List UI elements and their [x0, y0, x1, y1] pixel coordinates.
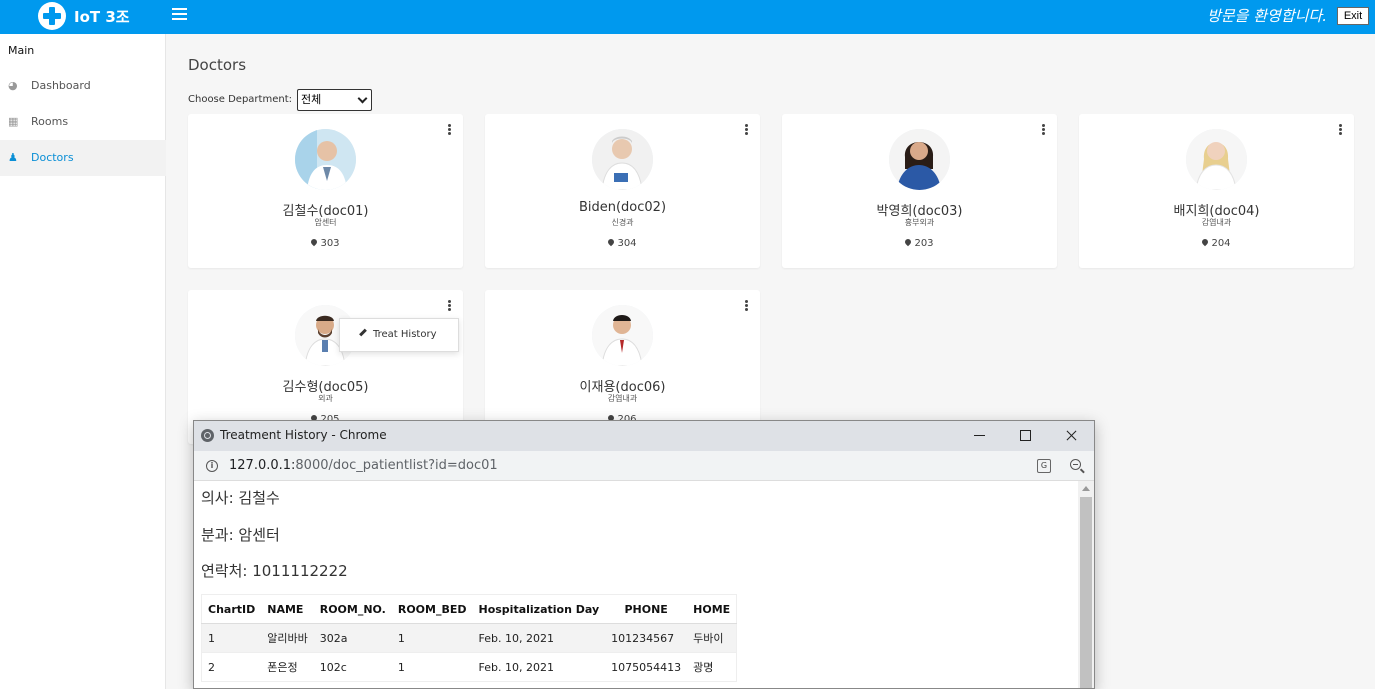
vertical-scrollbar[interactable] — [1078, 481, 1094, 688]
column-header: PHONE — [605, 594, 688, 624]
doctor-department: 외과 — [318, 394, 333, 403]
map-marker-icon — [1201, 237, 1210, 247]
more-options-icon[interactable] — [448, 124, 452, 136]
contact-info-line: 연락처: 1011112222 — [201, 562, 348, 580]
doctor-info-line: 의사: 김철수 — [201, 489, 280, 507]
department-label: Choose Department: — [188, 94, 292, 105]
window-content: 의사: 김철수 분과: 암센터 연락처: 1011112222 ChartID … — [194, 481, 1078, 688]
menu-toggle-icon[interactable] — [172, 8, 187, 20]
sidebar-item-label: Dashboard — [31, 79, 91, 92]
department-selected-value: 전체 — [301, 93, 322, 106]
table-cell: 1 — [201, 623, 262, 653]
close-button[interactable] — [1048, 421, 1094, 451]
scroll-up-arrow-icon[interactable] — [1082, 486, 1090, 491]
pencil-icon — [359, 328, 367, 337]
info-icon[interactable]: i — [206, 460, 218, 472]
more-options-icon[interactable] — [745, 124, 749, 136]
map-marker-icon — [607, 237, 616, 247]
translate-icon[interactable]: G — [1037, 459, 1051, 473]
department-info-line: 분과: 암센터 — [201, 526, 280, 544]
exit-button[interactable]: Exit — [1337, 7, 1369, 25]
sidebar-heading: Main — [8, 44, 35, 57]
department-select[interactable]: 전체 — [297, 89, 372, 111]
scrollbar-thumb[interactable] — [1080, 497, 1092, 688]
doctor-card: 김철수(doc01) 암센터 303 — [188, 114, 463, 268]
table-row: 1 알리바바 302a 1 Feb. 10, 2021 101234567 두바… — [201, 623, 737, 653]
doctor-department: 감염내과 — [1201, 218, 1232, 227]
doctor-department: 흉부외과 — [904, 218, 935, 227]
minimize-button[interactable] — [956, 421, 1002, 451]
table-row: 2 폰은정 102c 1 Feb. 10, 2021 1075054413 광명 — [201, 652, 737, 682]
globe-icon — [201, 429, 214, 442]
zoom-out-icon[interactable] — [1070, 459, 1081, 470]
treat-history-menu-item[interactable]: Treat History — [339, 318, 459, 352]
doctor-avatar — [592, 129, 653, 190]
window-titlebar[interactable]: Treatment History - Chrome — [194, 421, 1094, 451]
column-header: ROOM_NO. — [313, 594, 392, 624]
table-cell: 101234567 — [605, 623, 688, 653]
doctor-room: 204 — [1079, 237, 1354, 249]
top-navbar: IoT 3조 방문을 환영합니다. Exit — [0, 0, 1375, 34]
sidebar-item-rooms[interactable]: ▦ Rooms — [0, 104, 166, 140]
table-cell: 광명 — [687, 652, 737, 682]
doctor-department: 감염내과 — [607, 394, 638, 403]
map-marker-icon — [904, 237, 913, 247]
building-icon: ▦ — [8, 115, 19, 128]
table-cell: 102c — [313, 652, 392, 682]
sidebar-item-doctors[interactable]: ♟ Doctors — [0, 140, 166, 176]
more-options-icon[interactable] — [1042, 124, 1046, 136]
window-title: Treatment History - Chrome — [220, 428, 387, 442]
column-header: ChartID — [201, 594, 262, 624]
table-cell: 두바이 — [687, 623, 737, 653]
doctor-avatar — [1186, 129, 1247, 190]
sidebar-item-label: Doctors — [31, 151, 74, 164]
map-marker-icon — [310, 237, 319, 247]
doctor-card: 박영희(doc03) 흉부외과 203 — [782, 114, 1057, 268]
column-header: NAME — [261, 594, 314, 624]
table-cell: 1 — [391, 623, 473, 653]
sidebar: Main ◕ Dashboard ▦ Rooms ♟ Doctors — [0, 34, 166, 689]
doctor-department: 암센터 — [314, 218, 337, 227]
table-cell: 1075054413 — [605, 652, 688, 682]
column-header: HOME — [687, 594, 737, 624]
more-options-icon[interactable] — [1339, 124, 1343, 136]
table-cell: 1 — [391, 652, 473, 682]
table-cell: 302a — [313, 623, 392, 653]
more-options-icon[interactable] — [745, 300, 749, 312]
doctor-avatar — [889, 129, 950, 190]
treat-history-label: Treat History — [373, 329, 437, 340]
doctor-avatar — [295, 129, 356, 190]
welcome-message: 방문을 환영합니다. — [1207, 7, 1327, 25]
doctor-name: Biden(doc02) — [578, 200, 667, 215]
page-title: Doctors — [188, 56, 247, 74]
table-cell: Feb. 10, 2021 — [472, 623, 606, 653]
sidebar-item-dashboard[interactable]: ◕ Dashboard — [0, 68, 166, 104]
table-cell: 알리바바 — [261, 623, 314, 653]
doctor-room: 303 — [188, 237, 463, 249]
doctor-avatar — [592, 305, 653, 366]
table-header-row: ChartID NAME ROOM_NO. ROOM_BED Hospitali… — [201, 594, 737, 624]
table-cell: 2 — [201, 652, 262, 682]
doctor-card: Biden(doc02) 신경과 304 — [485, 114, 760, 268]
sidebar-item-label: Rooms — [31, 115, 69, 128]
doctor-room: 304 — [485, 237, 760, 249]
table-cell: 폰은정 — [261, 652, 314, 682]
column-header: Hospitalization Day — [472, 594, 606, 624]
medical-cross-logo-icon — [38, 2, 66, 30]
more-options-icon[interactable] — [448, 300, 452, 312]
chevron-down-icon — [357, 93, 368, 104]
user-md-icon: ♟ — [8, 151, 18, 164]
doctor-card: 배지희(doc04) 감염내과 204 — [1079, 114, 1354, 268]
address-bar[interactable]: i 127.0.0.1:8000/doc_patientlist?id=doc0… — [194, 451, 1094, 481]
url-text[interactable]: 127.0.0.1:8000/doc_patientlist?id=doc01 — [229, 458, 498, 473]
doctor-department: 신경과 — [611, 218, 634, 227]
doctor-room: 203 — [782, 237, 1057, 249]
dashboard-icon: ◕ — [8, 79, 18, 92]
table-cell: Feb. 10, 2021 — [472, 652, 606, 682]
patient-table: ChartID NAME ROOM_NO. ROOM_BED Hospitali… — [201, 594, 738, 682]
maximize-button[interactable] — [1002, 421, 1048, 451]
column-header: ROOM_BED — [391, 594, 473, 624]
treatment-history-window: Treatment History - Chrome i 127.0.0.1:8… — [193, 420, 1095, 689]
brand-title: IoT 3조 — [74, 8, 130, 26]
